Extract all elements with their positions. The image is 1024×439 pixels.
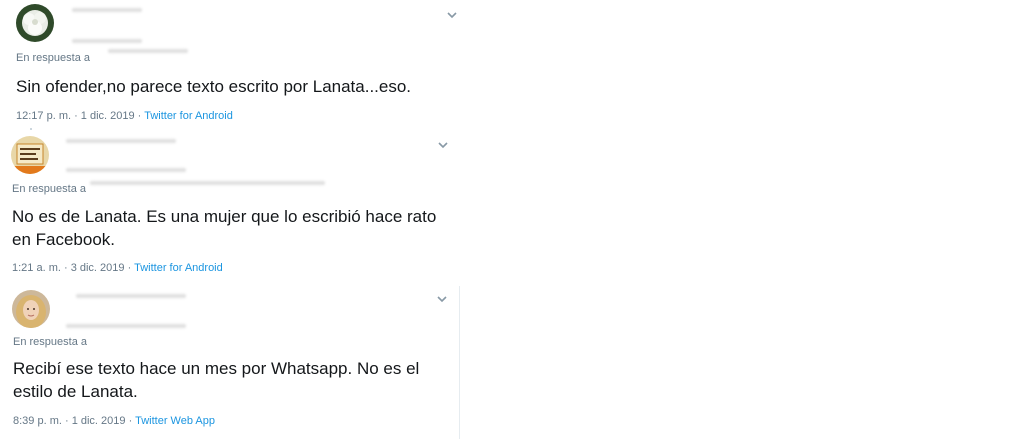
redacted-name <box>66 138 176 144</box>
tweet-timestamp: 1:21 a. m. · 3 dic. 2019 · Twitter for A… <box>12 262 223 274</box>
client-link[interactable]: Twitter Web App <box>135 415 215 427</box>
redacted-handle <box>66 323 186 329</box>
tweet-3[interactable]: En respuesta a Recibí ese texto hace un … <box>0 286 460 439</box>
tweet-text: No es de Lanata. Es una mujer que lo esc… <box>12 207 437 249</box>
person-avatar-icon[interactable] <box>12 290 50 328</box>
timestamp-text[interactable]: 12:17 p. m. · 1 dic. 2019 · <box>16 110 144 122</box>
reply-context: En respuesta a <box>12 183 86 195</box>
sign-avatar-icon[interactable] <box>11 136 49 174</box>
redacted-handle <box>72 38 142 44</box>
tweet-1[interactable]: En respuesta a Sin ofender,no parece tex… <box>8 0 459 128</box>
reply-context: En respuesta a <box>13 336 87 348</box>
flower-avatar-icon[interactable] <box>16 4 54 42</box>
redacted-name <box>72 7 142 13</box>
tweet-text: Recibí ese texto hace un mes por Whatsap… <box>13 359 420 401</box>
reply-context: En respuesta a <box>16 52 90 64</box>
redacted-reply-handles <box>90 180 325 186</box>
reply-prefix: En respuesta a <box>13 336 87 348</box>
chevron-down-icon[interactable] <box>445 8 459 22</box>
client-link[interactable]: Twitter for Android <box>134 262 223 274</box>
reply-prefix: En respuesta a <box>12 183 86 195</box>
redacted-handle <box>66 167 186 173</box>
tweet-text: Sin ofender,no parece texto escrito por … <box>16 77 412 96</box>
chevron-down-icon[interactable] <box>435 292 449 306</box>
tweet-timestamp: 12:17 p. m. · 1 dic. 2019 · Twitter for … <box>16 110 233 122</box>
redacted-name <box>76 293 186 299</box>
chevron-down-icon[interactable] <box>436 138 450 152</box>
reply-prefix: En respuesta a <box>16 52 90 64</box>
tweet-timestamp: 8:39 p. m. · 1 dic. 2019 · Twitter Web A… <box>13 415 215 427</box>
tweet-2[interactable]: En respuesta a No es de Lanata. Es una m… <box>0 130 448 284</box>
timestamp-text[interactable]: 1:21 a. m. · 3 dic. 2019 · <box>12 262 134 274</box>
client-link[interactable]: Twitter for Android <box>144 110 233 122</box>
timestamp-text[interactable]: 8:39 p. m. · 1 dic. 2019 · <box>13 415 135 427</box>
redacted-reply-handles <box>108 48 188 54</box>
